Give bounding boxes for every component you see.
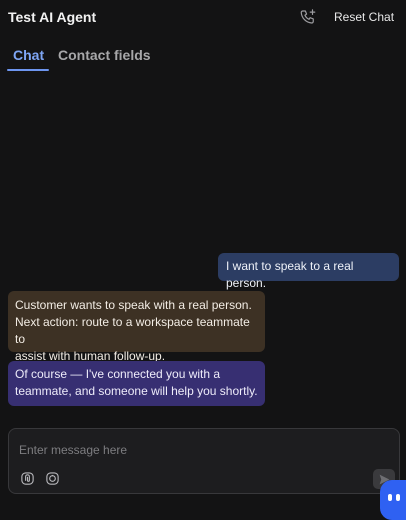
chat-header: Test AI Agent Reset Chat [0,0,406,36]
note-line: Next action: route to a workspace teamma… [15,315,250,346]
agent-line: teammate, and someone will help you shor… [15,384,258,398]
user-message: I want to speak to a real person. [218,253,399,290]
phone-plus-icon [300,9,316,24]
tab-contact-fields[interactable]: Contact fields [58,47,151,63]
reset-chat-button[interactable]: Reset Chat [328,6,400,28]
message-input[interactable] [19,441,359,459]
agent-message: Of course — I've connected you with a te… [8,361,265,406]
tab-bar: Chat Contact fields [0,36,406,72]
emoji-icon [46,472,59,485]
chat-widget-launcher[interactable] [380,480,406,520]
note-line: Customer wants to speak with a real pers… [15,298,252,312]
internal-note-message: Customer wants to speak with a real pers… [8,291,265,363]
agent-line: Of course — I've connected you with a [15,367,221,381]
attachment-icon [21,472,34,485]
user-message-text: I want to speak to a real person. [226,259,354,290]
call-button[interactable] [297,6,319,28]
agent-title: Test AI Agent [8,9,97,25]
tab-chat[interactable]: Chat [13,47,44,63]
emoji-button[interactable] [44,470,61,487]
message-composer [8,428,400,494]
attach-button[interactable] [19,470,36,487]
active-tab-indicator [7,69,49,71]
